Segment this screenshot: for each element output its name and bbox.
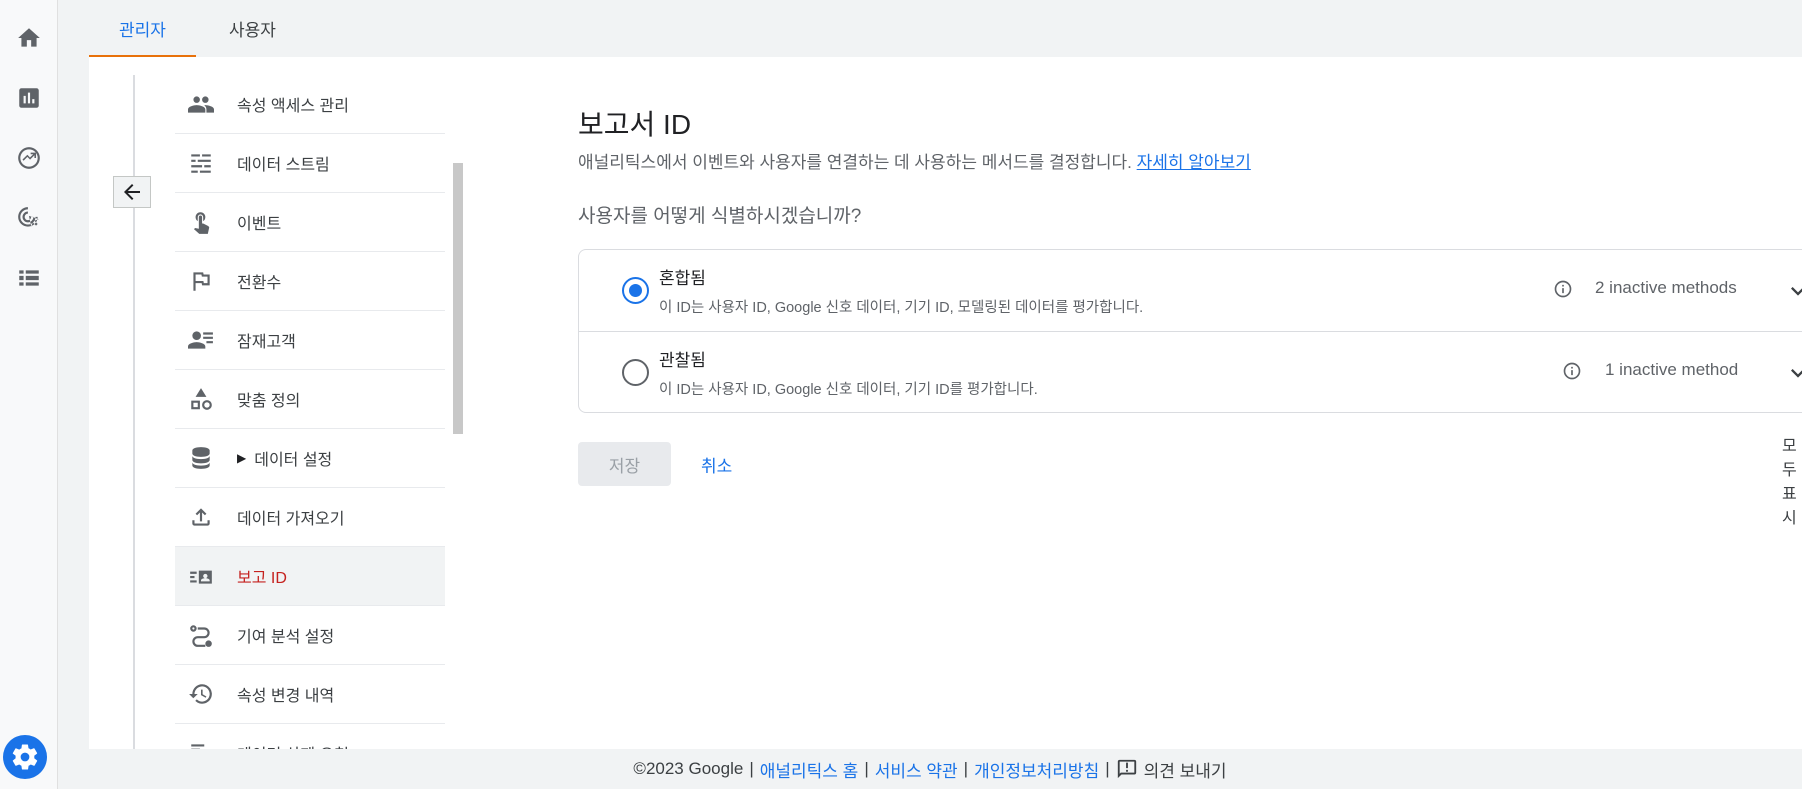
reporting-id-icon (185, 562, 217, 590)
nav-item-label: 보고 ID (237, 570, 287, 587)
home-icon[interactable] (9, 18, 49, 58)
option-blended[interactable]: 혼합됨 이 ID는 사용자 ID, Google 신호 데이터, 기기 ID, … (579, 250, 1802, 331)
nav-item-label: 이벤트 (237, 216, 282, 233)
analytics-home-link[interactable]: 애널리틱스 홈 (760, 757, 859, 782)
nav-item-label: 데이터 스트림 (237, 157, 330, 174)
nav-item-events[interactable]: 이벤트 (175, 193, 445, 252)
terms-link[interactable]: 서비스 약관 (875, 757, 958, 782)
nav-item-property-change-history[interactable]: 속성 변경 내역 (175, 665, 445, 724)
tab-user[interactable]: 사용자 (199, 0, 306, 57)
reporting-identity-options: 혼합됨 이 ID는 사용자 ID, Google 신호 데이터, 기기 ID, … (578, 249, 1802, 413)
reports-icon[interactable] (9, 78, 49, 118)
upload-icon (185, 503, 217, 531)
cancel-button[interactable]: 취소 (701, 442, 732, 486)
nav-item-data-import[interactable]: 데이터 가져오기 (175, 488, 445, 547)
nav-item-conversions[interactable]: 전환수 (175, 252, 445, 311)
nav-item-property-access[interactable]: 속성 액세스 관리 (175, 75, 445, 134)
nav-item-data-deletion-requests[interactable]: 데이터 삭제 요청 (175, 724, 445, 749)
nav-item-label: 데이터 가져오기 (237, 511, 345, 528)
tab-admin[interactable]: 관리자 (89, 0, 196, 57)
nav-item-label: 속성 변경 내역 (237, 688, 335, 705)
flag-icon (185, 267, 217, 295)
save-button[interactable]: 저장 (578, 442, 671, 486)
nav-item-reporting-id[interactable]: 보고 ID (175, 547, 445, 606)
nav-item-label: 데이터 삭제 요청 (237, 741, 349, 749)
touch-icon (185, 208, 217, 236)
option-title: 혼합됨 (659, 269, 706, 288)
shapes-icon (185, 385, 217, 413)
main-panel: 속성 액세스 관리 데이터 스트림 이벤트 전환수 잠재고객 맞춤 정의 ▶ 데… (89, 57, 1802, 749)
option-description: 이 ID는 사용자 ID, Google 신호 데이터, 기기 ID를 평가합니… (659, 382, 1038, 398)
nav-item-custom-definitions[interactable]: 맞춤 정의 (175, 370, 445, 429)
inactive-methods: 1 inactive method (1605, 360, 1739, 379)
option-title: 관찰됨 (659, 351, 706, 370)
people-icon (185, 90, 217, 118)
show-all-button[interactable]: 모두 표시 (1782, 432, 1802, 528)
chevron-down-icon[interactable] (1784, 359, 1802, 387)
left-rail (0, 0, 58, 789)
option-description: 이 ID는 사용자 ID, Google 신호 데이터, 기기 ID, 모델링된… (659, 300, 1144, 316)
nav-item-label: 데이터 설정 (254, 452, 333, 469)
admin-tab-bar: 관리자 사용자 (89, 0, 1802, 57)
copyright: ©2023 Google (633, 759, 744, 778)
explore-icon[interactable] (9, 138, 49, 178)
page-description: 애널리틱스에서 이벤트와 사용자를 연결하는 데 사용하는 메서드를 결정합니다… (578, 148, 1251, 173)
nav-item-label: 기여 분석 설정 (237, 629, 335, 646)
history-icon (185, 680, 217, 708)
info-icon[interactable] (1553, 279, 1573, 299)
database-icon (185, 444, 217, 472)
audience-icon (185, 326, 217, 354)
inactive-methods: 2 inactive methods (1595, 278, 1737, 297)
description-text: 애널리틱스에서 이벤트와 사용자를 연결하는 데 사용하는 메서드를 결정합니다… (578, 153, 1132, 172)
nav-item-label: 속성 액세스 관리 (237, 98, 349, 115)
identity-question: 사용자를 어떻게 식별하시겠습니까? (578, 206, 862, 227)
nav-item-label: 잠재고객 (237, 334, 296, 351)
route-icon (185, 621, 217, 649)
separator: | (1105, 759, 1110, 778)
option-observed[interactable]: 관찰됨 이 ID는 사용자 ID, Google 신호 데이터, 기기 ID를 … (579, 331, 1802, 412)
nav-item-audiences[interactable]: 잠재고객 (175, 311, 445, 370)
send-feedback-link[interactable]: 의견 보내기 (1144, 757, 1227, 782)
privacy-link[interactable]: 개인정보처리방침 (974, 757, 1099, 782)
radio-blended[interactable] (622, 277, 649, 304)
learn-more-link[interactable]: 자세히 알아보기 (1137, 153, 1251, 172)
chevron-down-icon[interactable] (1784, 277, 1802, 305)
separator: | (749, 759, 754, 778)
property-settings-nav: 속성 액세스 관리 데이터 스트림 이벤트 전환수 잠재고객 맞춤 정의 ▶ 데… (175, 75, 445, 749)
advertising-icon[interactable] (9, 198, 49, 238)
stream-icon (185, 149, 217, 177)
feedback-icon[interactable] (1116, 758, 1138, 780)
back-button[interactable] (113, 176, 151, 208)
nav-item-label: 맞춤 정의 (237, 393, 301, 410)
radio-observed[interactable] (622, 359, 649, 386)
caret-right-icon[interactable]: ▶ (237, 451, 246, 465)
delete-data-icon (185, 739, 217, 749)
list-icon[interactable] (9, 258, 49, 298)
arrow-back-icon (124, 184, 140, 200)
page-title: 보고서 ID (578, 109, 692, 140)
nav-item-data-settings[interactable]: ▶ 데이터 설정 (175, 429, 445, 488)
nav-item-label: 전환수 (237, 275, 282, 292)
footer: ©2023 Google | 애널리틱스 홈 | 서비스 약관 | 개인정보처리… (0, 749, 1802, 789)
nav-item-attribution-settings[interactable]: 기여 분석 설정 (175, 606, 445, 665)
info-icon[interactable] (1562, 361, 1582, 381)
nav-item-data-streams[interactable]: 데이터 스트림 (175, 134, 445, 193)
nav-scrollbar[interactable] (453, 163, 463, 434)
separator: | (864, 759, 869, 778)
separator: | (963, 759, 969, 778)
